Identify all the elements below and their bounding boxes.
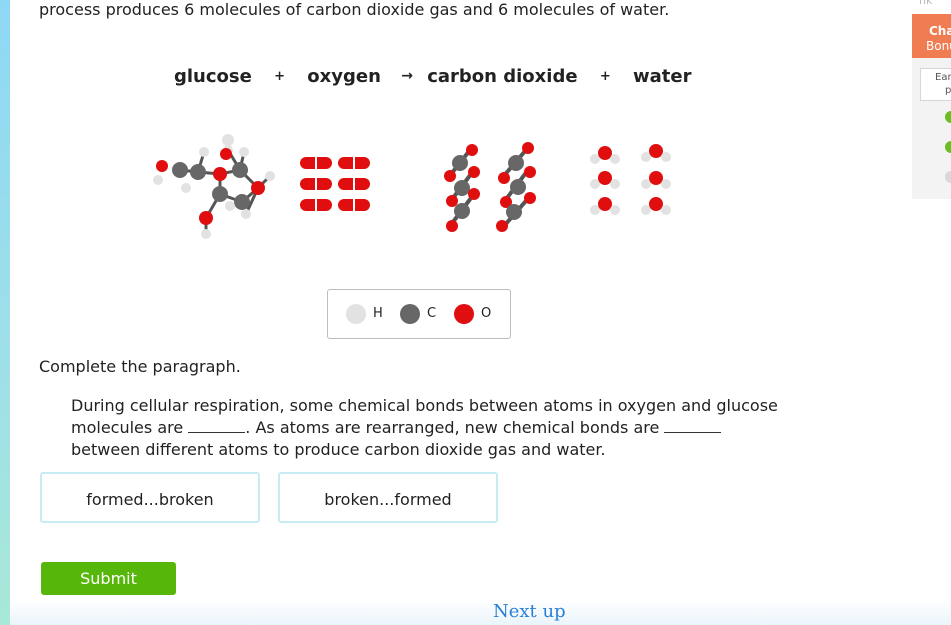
carbon-dioxide-molecule-models xyxy=(444,142,536,232)
legend-label: C xyxy=(427,306,437,321)
word-equation: glucose + oxygen → carbon dioxide + wate… xyxy=(174,65,691,87)
next-up-link[interactable]: Next up xyxy=(493,601,566,622)
fill-in-paragraph: During cellular respiration, some chemic… xyxy=(71,395,791,461)
earn-info-box: Ear p xyxy=(920,68,951,101)
footer-bar xyxy=(10,600,951,625)
earn-text: p xyxy=(945,85,951,96)
equation-plus: + xyxy=(274,68,286,84)
challenge-title: Cha xyxy=(929,24,951,38)
legend-label: H xyxy=(373,306,383,321)
answer-choice-formed-broken[interactable]: formed...broken xyxy=(40,472,260,523)
glucose-molecule-model xyxy=(153,134,275,239)
water-molecule-models xyxy=(590,144,671,215)
question-instruction: Complete the paragraph. xyxy=(39,357,241,376)
answer-blank-2[interactable] xyxy=(664,418,722,433)
paragraph-text: between different atoms to produce carbo… xyxy=(71,440,606,459)
oxygen-molecule-models xyxy=(300,157,370,211)
hydrogen-atom-icon xyxy=(346,304,366,324)
sidebar-top-text: nk xyxy=(919,0,933,7)
paragraph-text: . As atoms are rearranged, new chemical … xyxy=(245,418,665,437)
progress-check-icon xyxy=(945,111,951,123)
equation-water: water xyxy=(633,65,692,87)
equation-plus: + xyxy=(599,68,611,84)
carbon-atom-icon xyxy=(400,304,420,324)
progress-pending-icon xyxy=(945,171,951,183)
oxygen-atom-icon xyxy=(454,304,474,324)
answer-choice-broken-formed[interactable]: broken...formed xyxy=(278,472,498,523)
atom-color-legend: H C O xyxy=(327,289,511,339)
earn-text: Ear xyxy=(935,72,951,83)
equation-carbon-dioxide: carbon dioxide xyxy=(427,65,578,87)
legend-label: O xyxy=(481,306,492,321)
answer-blank-1[interactable] xyxy=(188,418,246,433)
equation-oxygen: oxygen xyxy=(307,65,381,87)
question-intro-text: process produces 6 molecules of carbon d… xyxy=(39,0,670,19)
progress-check-icon xyxy=(945,141,951,153)
challenge-subtitle: Bonu xyxy=(926,39,951,53)
equation-glucose: glucose xyxy=(174,65,252,87)
challenge-card[interactable]: Cha Bonu xyxy=(912,14,951,58)
submit-button[interactable]: Submit xyxy=(41,562,176,595)
molecule-models-illustration xyxy=(153,134,671,239)
left-accent-strip xyxy=(0,0,10,625)
equation-arrow-icon: → xyxy=(401,68,413,84)
challenge-progress-panel: Ear p xyxy=(912,58,951,199)
